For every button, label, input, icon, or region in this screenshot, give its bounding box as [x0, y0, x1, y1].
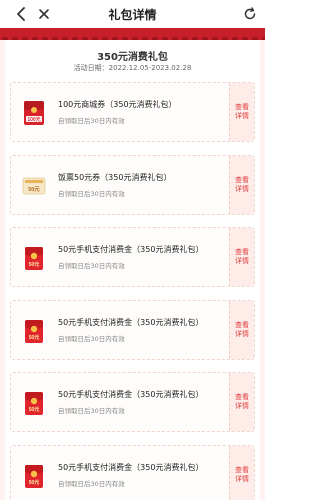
coupon-card[interactable]: 50元 50元手机支付消费金（350元消费礼包） 自领取日后30日内有效 查看详情 [10, 300, 255, 360]
coupon-name: 100元商城券（350元消费礼包） [58, 100, 177, 109]
coupon-name: 50元手机支付消费金（350元消费礼包） [58, 318, 204, 327]
view-details-button[interactable]: 查看详情 [229, 373, 254, 431]
content-area: 350元消费礼包 活动日期：2022.12.05-2023.02.28 100元… [0, 40, 265, 500]
view-details-button[interactable]: 查看详情 [229, 83, 254, 141]
package-date: 活动日期：2022.12.05-2023.02.28 [73, 64, 192, 72]
coupon-validity: 自领取日后30日内有效 [58, 335, 125, 343]
thumb-text: 50元 [28, 186, 40, 193]
view-details-button[interactable]: 查看详情 [229, 228, 254, 286]
coupon-name: 50元手机支付消费金（350元消费礼包） [58, 463, 204, 472]
red-envelope-50-icon: 50元 [21, 462, 47, 490]
meal-ticket-icon: 50元 [21, 172, 47, 200]
coupon-card[interactable]: 100元 100元商城券（350元消费礼包） 自领取日后30日内有效 查看详情 [10, 82, 255, 142]
coupon-validity: 自领取日后30日内有效 [58, 407, 125, 415]
thumb-text: 50元 [29, 406, 40, 413]
nav-bar: 礼包详情 [0, 0, 265, 28]
view-details-button[interactable]: 查看详情 [229, 156, 254, 214]
coupon-card[interactable]: 50元 50元手机支付消费金（350元消费礼包） 自领取日后30日内有效 查看详情 [10, 227, 255, 287]
red-packet-100-icon: 100元 [21, 99, 47, 127]
red-envelope-50-icon: 50元 [21, 389, 47, 417]
thumb-text: 100元 [27, 116, 40, 123]
thumb-text: 50元 [29, 261, 40, 268]
coupon-name: 50元手机支付消费金（350元消费礼包） [58, 245, 204, 254]
coupon-validity: 自领取日后30日内有效 [58, 480, 125, 488]
thumb-text: 50元 [29, 334, 40, 341]
coupon-validity: 自领取日后30日内有效 [58, 262, 125, 270]
coupon-card[interactable]: 50元 饭票50元券（350元消费礼包） 自领取日后30日内有效 查看详情 [10, 155, 255, 215]
coupon-validity: 自领取日后30日内有效 [58, 190, 125, 198]
page-title: 礼包详情 [108, 8, 157, 22]
thumb-text: 50元 [29, 479, 40, 486]
package-sheet: 350元消费礼包 活动日期：2022.12.05-2023.02.28 100元… [5, 40, 260, 500]
coupon-card[interactable]: 50元 50元手机支付消费金（350元消费礼包） 自领取日后30日内有效 查看详情 [10, 372, 255, 432]
red-envelope-50-icon: 50元 [21, 317, 47, 345]
coupon-name: 饭票50元券（350元消费礼包） [58, 173, 172, 182]
view-details-button[interactable]: 查看详情 [229, 446, 254, 500]
refresh-icon[interactable] [240, 4, 260, 24]
red-envelope-50-icon: 50元 [21, 244, 47, 272]
header-decor-band [0, 28, 265, 40]
coupon-validity: 自领取日后30日内有效 [58, 117, 125, 125]
coupon-name: 50元手机支付消费金（350元消费礼包） [58, 390, 204, 399]
package-title: 350元消费礼包 [97, 52, 168, 63]
coupon-card[interactable]: 50元 50元手机支付消费金（350元消费礼包） 自领取日后30日内有效 查看详情 [10, 445, 255, 500]
view-details-button[interactable]: 查看详情 [229, 301, 254, 359]
